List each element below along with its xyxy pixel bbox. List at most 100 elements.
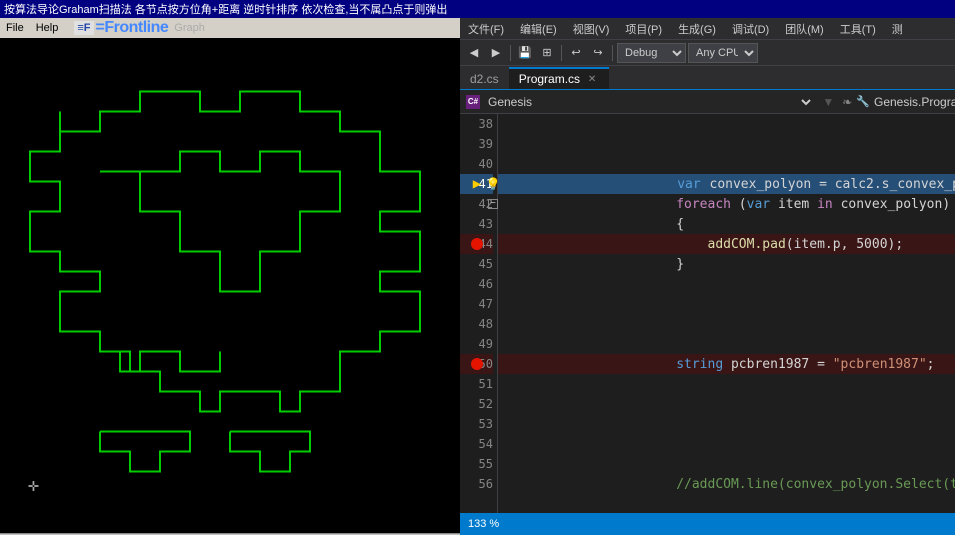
line-num-51: 51 bbox=[460, 374, 493, 394]
cad-panel: File Help ≡F =Frontline Graph bbox=[0, 18, 460, 535]
breakpoint-dot-44[interactable] bbox=[471, 238, 483, 250]
execution-arrow-icon: ▶ bbox=[473, 176, 481, 193]
margin-47 bbox=[468, 294, 486, 314]
code-line-52 bbox=[498, 394, 955, 414]
code-50-semi: ; bbox=[927, 357, 935, 372]
ide-menu-tools[interactable]: 工具(T) bbox=[832, 19, 884, 39]
close-brace: } bbox=[676, 257, 684, 272]
crosshair-icon: ✛ bbox=[28, 475, 39, 497]
margin-41-arrow: ▶ bbox=[468, 174, 486, 194]
back-button[interactable]: ◀ bbox=[464, 43, 484, 63]
margin-50-bp[interactable] bbox=[468, 354, 486, 374]
cs-icon: C# bbox=[466, 95, 480, 109]
code-line-53 bbox=[498, 414, 955, 434]
forward-button[interactable]: ▶ bbox=[486, 43, 506, 63]
cad-menu-help[interactable]: Help bbox=[30, 21, 65, 35]
string-keyword-50: string bbox=[676, 357, 723, 372]
margin-48 bbox=[468, 314, 486, 334]
main-layout: File Help ≡F =Frontline Graph bbox=[0, 18, 955, 535]
code-44-args: (item.p, 5000); bbox=[786, 237, 903, 252]
lightbulb-icon: 💡 bbox=[486, 174, 500, 194]
tab-programcs-label: Program.cs bbox=[519, 72, 580, 86]
debug-dropdown[interactable]: Debug Release bbox=[617, 43, 686, 63]
ide-menubar: 文件(F) 编辑(E) 视图(V) 项目(P) 生成(G) 调试(D) 团队(M… bbox=[460, 18, 955, 40]
code-42-paren1: ( bbox=[731, 197, 747, 212]
margin-icons: ▶ bbox=[468, 114, 486, 374]
arrow-right-icon: ❧ bbox=[842, 95, 852, 109]
ide-menu-project[interactable]: 项目(P) bbox=[617, 19, 670, 39]
save-all-button[interactable]: ⊞ bbox=[537, 43, 557, 63]
margin-43 bbox=[468, 214, 486, 234]
top-bar: 按算法导论Graham扫描法 各节点按方位角+距离 逆时针排序 依次检查,当不属… bbox=[0, 0, 955, 18]
title-text: 按算法导论Graham扫描法 各节点按方位角+距离 逆时针排序 依次检查,当不属… bbox=[4, 1, 447, 17]
code-42-polyon: convex_polyon) bbox=[833, 197, 950, 212]
line-num-55: 55 bbox=[460, 454, 493, 474]
code-line-45: } bbox=[498, 254, 955, 274]
margin-45 bbox=[468, 254, 486, 274]
ide-menu-view[interactable]: 视图(V) bbox=[565, 19, 618, 39]
title-bar: 按算法导论Graham扫描法 各节点按方位角+距离 逆时针排序 依次检查,当不属… bbox=[0, 0, 955, 18]
in-keyword: in bbox=[817, 197, 833, 212]
code-line-56: //addCOM.line(convex_polyon.Select(tt => bbox=[498, 474, 955, 494]
code-50-var: pcbren1987 = bbox=[723, 357, 833, 372]
cpu-dropdown[interactable]: Any CPU x86 x64 bbox=[688, 43, 758, 63]
margin-39 bbox=[468, 134, 486, 154]
cad-drawing bbox=[0, 38, 460, 535]
ide-menu-build[interactable]: 生成(G) bbox=[670, 19, 724, 39]
code-line-48 bbox=[498, 314, 955, 334]
frontline-logo-text: =Frontline bbox=[96, 19, 169, 37]
code-line-50: string pcbren1987 = "pcbren1987"; bbox=[498, 354, 955, 374]
addcom-call: addCOM.pad bbox=[708, 237, 786, 252]
ide-menu-file[interactable]: 文件(F) bbox=[460, 19, 512, 39]
ide-toolbar: ◀ ▶ 💾 ⊞ ↩ ↪ Debug Release Any CPU x86 x6… bbox=[460, 40, 955, 66]
margin-38 bbox=[468, 114, 486, 134]
margin-40 bbox=[468, 154, 486, 174]
frontline-f-icon: ≡F bbox=[74, 21, 93, 35]
var-keyword-42: var bbox=[747, 197, 770, 212]
comment-56: //addCOM.line(convex_polyon.Select(tt => bbox=[676, 477, 955, 492]
ide-statusbar: 133 % bbox=[460, 513, 955, 535]
ide-panel: 文件(F) 编辑(E) 视图(V) 项目(P) 生成(G) 调试(D) 团队(M… bbox=[460, 18, 955, 535]
line-num-54: 54 bbox=[460, 434, 493, 454]
margin-42 bbox=[468, 194, 486, 214]
code-42-item: item bbox=[770, 197, 817, 212]
zoom-value: 133 % bbox=[468, 518, 499, 530]
cad-menu-file[interactable]: File bbox=[0, 21, 30, 35]
ide-menu-debug[interactable]: 调试(D) bbox=[724, 19, 777, 39]
var-keyword-41: var bbox=[676, 177, 701, 192]
code-content[interactable]: var convex_polyon = calc2.s_convex_polyo… bbox=[498, 114, 955, 513]
namespace-dropdown[interactable]: Genesis bbox=[484, 94, 814, 110]
graph-label: Graph bbox=[174, 22, 205, 34]
toolbar-sep-1 bbox=[510, 45, 511, 61]
ide-menu-team[interactable]: 团队(M) bbox=[777, 19, 832, 39]
tab-d2cs[interactable]: d2.cs bbox=[460, 67, 509, 89]
toolbar-sep-3 bbox=[612, 45, 613, 61]
save-button[interactable]: 💾 bbox=[515, 43, 535, 63]
undo-button[interactable]: ↩ bbox=[566, 43, 586, 63]
collapse-icon-42[interactable]: − bbox=[486, 194, 500, 214]
string-literal-50: "pcbren1987" bbox=[833, 357, 927, 372]
code-line-39 bbox=[498, 134, 955, 154]
margin-46 bbox=[468, 274, 486, 294]
breakpoint-dot-50[interactable] bbox=[471, 358, 483, 370]
tab-d2cs-label: d2.cs bbox=[470, 72, 499, 86]
redo-button[interactable]: ↪ bbox=[588, 43, 608, 63]
ide-menu-more[interactable]: 测 bbox=[884, 19, 911, 39]
code-line-38 bbox=[498, 114, 955, 134]
tab-programcs[interactable]: Program.cs ✕ bbox=[509, 67, 609, 89]
margin-49 bbox=[468, 334, 486, 354]
foreach-keyword: foreach bbox=[676, 197, 731, 212]
code-41-rest: convex_polyon = calc2.s_convex_polyo bbox=[702, 177, 955, 192]
tab-bar: d2.cs Program.cs ✕ bbox=[460, 66, 955, 90]
cad-menubar: File Help ≡F =Frontline Graph bbox=[0, 18, 460, 38]
ide-menu-edit[interactable]: 编辑(E) bbox=[512, 19, 565, 39]
code-area: 38 39 40 41 42 43 44 45 46 47 48 49 50 5… bbox=[460, 114, 955, 513]
margin-44-bp[interactable] bbox=[468, 234, 486, 254]
line-num-56: 56 bbox=[460, 474, 493, 494]
zoom-status: 133 % bbox=[468, 518, 499, 530]
code-line-54 bbox=[498, 434, 955, 454]
gutter: 38 39 40 41 42 43 44 45 46 47 48 49 50 5… bbox=[460, 114, 498, 513]
tab-programcs-close[interactable]: ✕ bbox=[585, 72, 599, 86]
cad-canvas: ✛ ▤ Select first corner bbox=[0, 38, 460, 535]
line-num-53: 53 bbox=[460, 414, 493, 434]
